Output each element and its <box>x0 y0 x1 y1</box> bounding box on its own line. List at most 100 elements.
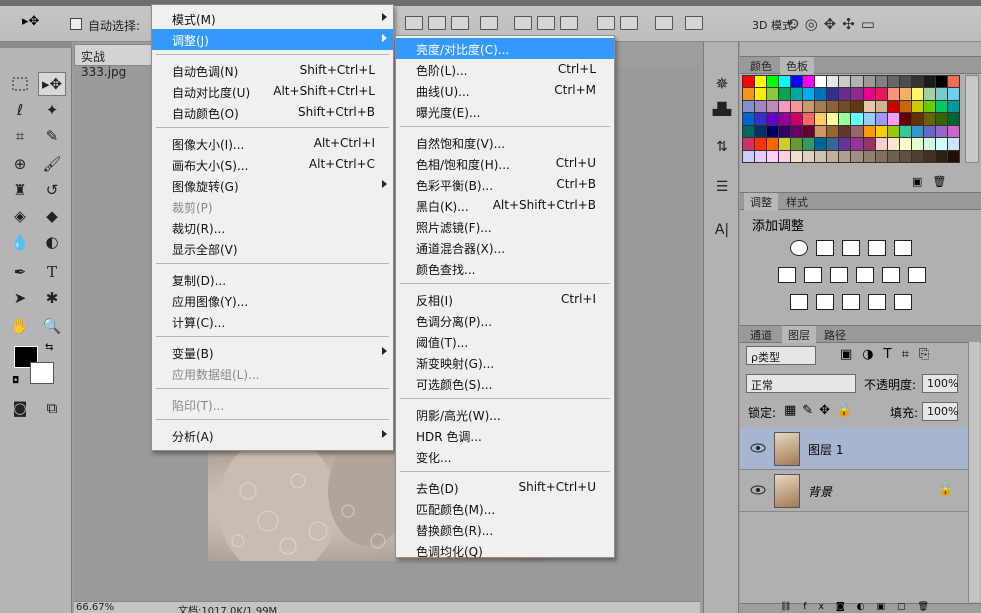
swatch[interactable] <box>863 76 875 88</box>
swatch[interactable] <box>815 76 827 88</box>
custom-shape-icon[interactable]: ✱ <box>38 286 66 310</box>
swatch[interactable] <box>803 113 815 125</box>
menu-item[interactable]: 复制(D)... <box>152 269 393 290</box>
menu-item[interactable]: 画布大小(S)... Alt+Ctrl+C <box>152 154 393 175</box>
move-tool-preset-icon[interactable]: ▸✥ <box>22 14 39 29</box>
swatch[interactable] <box>755 125 767 138</box>
swatch[interactable] <box>815 113 827 125</box>
swatch[interactable] <box>863 100 875 113</box>
swatch[interactable] <box>755 100 767 113</box>
magic-wand-icon[interactable]: ✦ <box>38 98 66 122</box>
swatch[interactable] <box>791 125 803 138</box>
background-color-swatch[interactable] <box>30 362 54 384</box>
swatch[interactable] <box>923 113 935 125</box>
swatch[interactable] <box>899 100 911 113</box>
swatch[interactable] <box>839 138 851 150</box>
menu-item[interactable]: 自然饱和度(V)... <box>396 132 614 153</box>
swatch[interactable] <box>947 138 959 150</box>
align-bottom-icon[interactable] <box>451 16 469 30</box>
swatch[interactable] <box>767 150 779 162</box>
swatch[interactable] <box>755 88 767 100</box>
photo-filter-icon[interactable] <box>856 267 874 283</box>
layer-name[interactable]: 背景 <box>808 483 832 500</box>
swatch[interactable] <box>779 88 791 100</box>
swatch[interactable] <box>767 76 779 88</box>
swatch[interactable] <box>911 76 923 88</box>
swatch[interactable] <box>899 138 911 150</box>
threshold-icon[interactable] <box>842 294 860 310</box>
dodge-tool-icon[interactable]: ◐ <box>38 230 66 254</box>
swatch[interactable] <box>755 76 767 88</box>
hand-tool-icon[interactable]: ✋ <box>6 314 34 338</box>
swatch[interactable] <box>947 76 959 88</box>
history-icon[interactable]: ⇅ <box>708 134 736 160</box>
swatch[interactable] <box>767 138 779 150</box>
swatch[interactable] <box>779 76 791 88</box>
menu-item[interactable]: 颜色查找... <box>396 258 614 279</box>
selective-color-icon[interactable] <box>868 294 886 310</box>
swatch[interactable] <box>887 125 899 138</box>
channel-mixer-icon[interactable] <box>882 267 900 283</box>
swatch[interactable] <box>851 138 863 150</box>
menu-item[interactable]: 匹配颜色(M)... <box>396 498 614 519</box>
visibility-eye-icon[interactable] <box>750 484 766 496</box>
swatch[interactable] <box>743 150 755 162</box>
swatch[interactable] <box>743 88 755 100</box>
swatch[interactable] <box>815 125 827 138</box>
swatch[interactable] <box>875 76 887 88</box>
swatch[interactable] <box>923 100 935 113</box>
actions-icon[interactable]: ☰ <box>708 174 736 200</box>
swatch[interactable] <box>791 138 803 150</box>
type-tool-icon[interactable]: T <box>38 260 66 284</box>
align-vcenter-icon[interactable] <box>428 16 446 30</box>
swatch[interactable] <box>815 138 827 150</box>
menu-item[interactable]: 自动色调(N) Shift+Ctrl+L <box>152 60 393 81</box>
swatch[interactable] <box>887 150 899 162</box>
tab-layers[interactable]: 图层 <box>782 326 816 343</box>
swatch[interactable] <box>803 138 815 150</box>
fill-input[interactable]: 100% <box>922 402 958 421</box>
swatch[interactable] <box>803 88 815 100</box>
swatch[interactable] <box>863 138 875 150</box>
curves-icon[interactable] <box>842 240 860 256</box>
swatch[interactable] <box>923 76 935 88</box>
align-top-icon[interactable] <box>405 16 423 30</box>
swatch[interactable] <box>947 100 959 113</box>
pen-tool-icon[interactable]: ✒ <box>6 260 34 284</box>
menu-item[interactable]: 替换颜色(R)... <box>396 519 614 540</box>
marquee-tool-icon[interactable] <box>6 72 34 96</box>
swatch[interactable] <box>911 113 923 125</box>
swatch[interactable] <box>827 150 839 162</box>
swatch[interactable] <box>779 113 791 125</box>
distribute-hcenter-icon[interactable] <box>620 16 638 30</box>
swatch[interactable] <box>851 100 863 113</box>
swatch[interactable] <box>815 88 827 100</box>
layer-name[interactable]: 图层 1 <box>808 441 843 458</box>
swatch-grid[interactable] <box>742 75 960 163</box>
tab-paths[interactable]: 路径 <box>818 326 852 343</box>
swatch[interactable] <box>791 76 803 88</box>
swatch[interactable] <box>899 88 911 100</box>
crop-tool-icon[interactable]: ⌗ <box>6 124 34 148</box>
menu-item[interactable]: 色调均化(Q) <box>396 540 614 561</box>
menu-item[interactable]: 色调分离(P)... <box>396 310 614 331</box>
vibrance-icon[interactable] <box>778 267 796 283</box>
swatch[interactable] <box>875 100 887 113</box>
swatch[interactable] <box>851 125 863 138</box>
posterize-icon[interactable] <box>816 294 834 310</box>
swatch[interactable] <box>947 125 959 138</box>
swatch[interactable] <box>851 113 863 125</box>
distribute-bottom-icon[interactable] <box>560 16 578 30</box>
paint-bucket-icon[interactable]: ◆ <box>38 204 66 228</box>
swatch[interactable] <box>827 125 839 138</box>
layer-row-background[interactable]: 背景 🔒 <box>740 470 968 512</box>
align-left-icon[interactable] <box>480 16 498 30</box>
menu-item[interactable]: HDR 色调... <box>396 425 614 446</box>
swatch[interactable] <box>887 113 899 125</box>
menu-item[interactable]: 分析(A) <box>152 425 393 446</box>
swatch[interactable] <box>935 88 947 100</box>
screen-mode-icon[interactable]: ⧉ <box>38 396 66 420</box>
swatch[interactable] <box>755 138 767 150</box>
menu-item[interactable]: 曲线(U)... Ctrl+M <box>396 80 614 101</box>
menu-item[interactable]: 色阶(L)... Ctrl+L <box>396 59 614 80</box>
